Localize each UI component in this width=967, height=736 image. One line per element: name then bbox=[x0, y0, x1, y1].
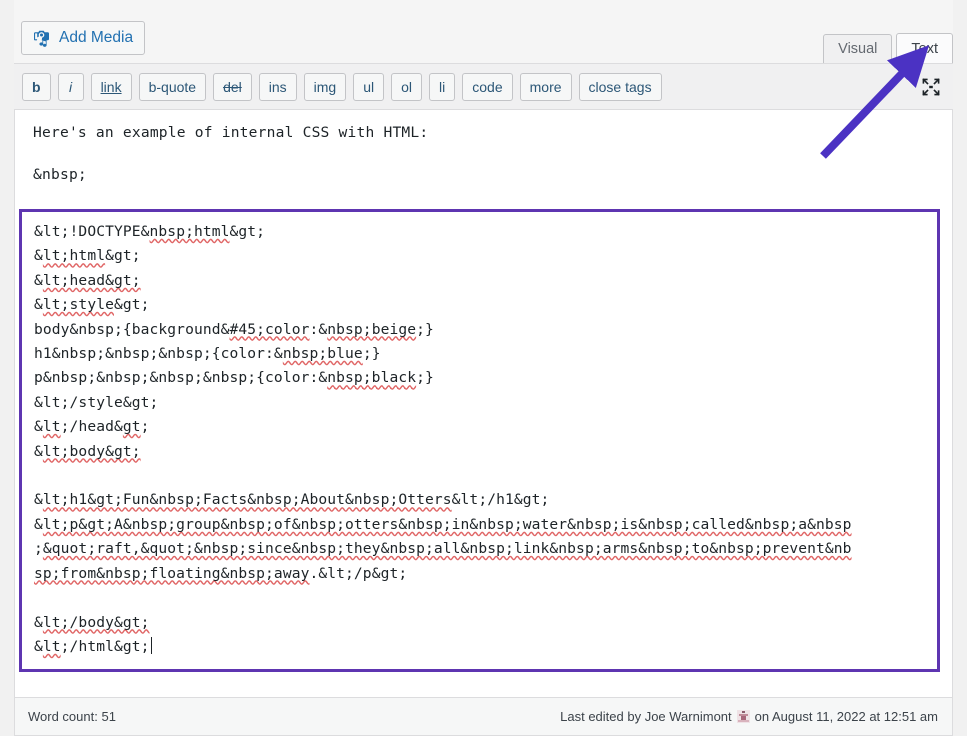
code-line bbox=[34, 464, 927, 488]
code-line: &lt;/style&gt; bbox=[34, 391, 927, 415]
fullscreen-expand-icon bbox=[920, 76, 942, 101]
intro-line-2: &nbsp; bbox=[33, 166, 428, 183]
text-caret bbox=[151, 637, 152, 654]
media-camera-note-icon bbox=[32, 28, 52, 48]
qt-ul[interactable]: ul bbox=[353, 73, 384, 101]
qt-ins[interactable]: ins bbox=[259, 73, 297, 101]
qt-ol[interactable]: ol bbox=[391, 73, 422, 101]
qt-more[interactable]: more bbox=[520, 73, 572, 101]
last-edited-date: on August 11, 2022 at 12:51 am bbox=[755, 709, 938, 724]
text-editor-textarea[interactable]: Here's an example of internal CSS with H… bbox=[14, 110, 953, 697]
code-line: body&nbsp;{background&#45;color:&nbsp;be… bbox=[34, 318, 927, 342]
tab-text-label: Text bbox=[911, 41, 938, 57]
code-line: &lt;/html&gt; bbox=[34, 635, 927, 659]
qt-italic[interactable]: i bbox=[58, 73, 84, 101]
word-count-label: Word count: 51 bbox=[28, 709, 116, 724]
editor-media-bar: Add Media Visual Text bbox=[14, 0, 953, 63]
quicktags-toolbar: b i link b-quote del ins img ul ol li co… bbox=[14, 63, 953, 110]
qt-img[interactable]: img bbox=[304, 73, 347, 101]
code-line: &lt;/body&gt; bbox=[34, 611, 927, 635]
user-avatar bbox=[737, 710, 750, 723]
code-line: &lt;!DOCTYPE&nbsp;html&gt; bbox=[34, 220, 927, 244]
last-edited-text: Last edited by Joe Warnimont bbox=[560, 709, 732, 724]
code-line: ;&quot;raft,&quot;&nbsp;since&nbsp;they&… bbox=[34, 537, 927, 561]
post-editor: Add Media Visual Text b i link b-quote d… bbox=[14, 0, 953, 736]
qt-li[interactable]: li bbox=[429, 73, 455, 101]
tab-visual-label: Visual bbox=[838, 41, 877, 57]
editor-mode-tabs: Visual Text bbox=[819, 17, 953, 62]
add-media-label: Add Media bbox=[59, 30, 133, 46]
add-media-button[interactable]: Add Media bbox=[21, 21, 145, 55]
code-line bbox=[34, 586, 927, 610]
intro-line-1: Here's an example of internal CSS with H… bbox=[33, 124, 428, 141]
code-line: h1&nbsp;&nbsp;&nbsp;{color:&nbsp;blue;} bbox=[34, 342, 927, 366]
code-line: &lt;body&gt; bbox=[34, 440, 927, 464]
tab-text[interactable]: Text bbox=[896, 33, 953, 64]
editor-status-bar: Word count: 51 Last edited by Joe Warnim… bbox=[14, 697, 953, 736]
code-line: &lt;/head&gt; bbox=[34, 415, 927, 439]
qt-bold[interactable]: b bbox=[22, 73, 51, 101]
code-line: p&nbsp;&nbsp;&nbsp;&nbsp;{color:&nbsp;bl… bbox=[34, 366, 927, 390]
code-line: &lt;h1&gt;Fun&nbsp;Facts&nbsp;About&nbsp… bbox=[34, 488, 927, 512]
tab-visual[interactable]: Visual bbox=[823, 34, 892, 63]
qt-link[interactable]: link bbox=[91, 73, 132, 101]
code-line: &lt;head&gt; bbox=[34, 269, 927, 293]
code-line: &lt;style&gt; bbox=[34, 293, 927, 317]
qt-code[interactable]: code bbox=[462, 73, 512, 101]
last-edited-info: Last edited by Joe Warnimont on August 1… bbox=[560, 709, 938, 724]
code-line: &lt;html&gt; bbox=[34, 244, 927, 268]
qt-blockquote[interactable]: b-quote bbox=[139, 73, 206, 101]
fullscreen-toggle-button[interactable] bbox=[917, 74, 945, 102]
code-line: sp;from&nbsp;floating&nbsp;away.&lt;/p&g… bbox=[34, 562, 927, 586]
qt-del[interactable]: del bbox=[213, 73, 252, 101]
intro-paragraphs: Here's an example of internal CSS with H… bbox=[33, 124, 428, 183]
qt-close-tags[interactable]: close tags bbox=[579, 73, 662, 101]
highlighted-code-block[interactable]: &lt;!DOCTYPE&nbsp;html&gt; &lt;html&gt; … bbox=[19, 209, 940, 672]
code-line: &lt;p&gt;A&nbsp;group&nbsp;of&nbsp;otter… bbox=[34, 513, 927, 537]
